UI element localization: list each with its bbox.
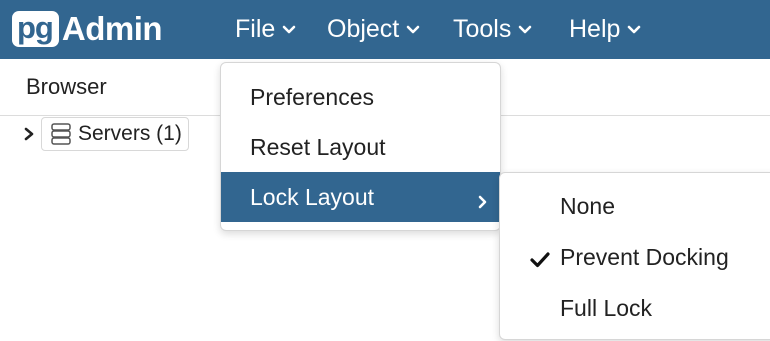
menu-help-label: Help: [569, 15, 621, 43]
menu-tools[interactable]: Tools: [453, 0, 532, 59]
menu-help[interactable]: Help: [569, 0, 641, 59]
chevron-down-icon: [406, 25, 420, 35]
menu-object[interactable]: Object: [327, 0, 420, 59]
submenu-item-prevent-docking[interactable]: Prevent Docking: [500, 232, 770, 282]
tree-node-servers[interactable]: Servers (1): [41, 117, 189, 151]
file-dropdown-menu: Preferences Reset Layout Lock Layout: [220, 62, 501, 231]
chevron-right-icon: [478, 189, 488, 209]
menu-tools-label: Tools: [453, 15, 512, 43]
menu-object-label: Object: [327, 15, 400, 43]
menu-file[interactable]: File: [235, 0, 296, 59]
menu-item-label: Lock Layout: [250, 183, 375, 210]
menu-item-label: Reset Layout: [250, 133, 386, 160]
menu-item-reset-layout[interactable]: Reset Layout: [221, 122, 500, 172]
submenu-item-label: None: [560, 192, 615, 219]
lock-layout-submenu: None Prevent Docking Full Lock: [499, 172, 770, 340]
chevron-right-icon[interactable]: [23, 127, 35, 141]
submenu-item-none[interactable]: None: [500, 181, 770, 231]
top-navbar: pg Admin File Object Tools Help: [0, 0, 770, 59]
submenu-item-full-lock[interactable]: Full Lock: [500, 283, 770, 333]
menu-item-label: Preferences: [250, 83, 375, 110]
menu-item-preferences[interactable]: Preferences: [221, 72, 500, 122]
logo-pg-text: pg: [12, 11, 59, 47]
submenu-item-label: Prevent Docking: [560, 243, 729, 270]
submenu-item-label: Full Lock: [560, 294, 653, 321]
checkmark-icon: [530, 248, 550, 268]
menu-item-lock-layout[interactable]: Lock Layout: [221, 172, 500, 222]
chevron-down-icon: [518, 25, 532, 35]
logo-admin-text: Admin: [61, 10, 163, 47]
chevron-down-icon: [627, 25, 641, 35]
chevron-down-icon: [282, 25, 296, 35]
menu-file-label: File: [235, 15, 276, 43]
server-icon: [50, 122, 72, 146]
pgadmin-logo[interactable]: pg Admin: [12, 8, 163, 50]
tree-node-servers-label: Servers (1): [78, 122, 182, 145]
browser-title: Browser: [26, 74, 107, 99]
